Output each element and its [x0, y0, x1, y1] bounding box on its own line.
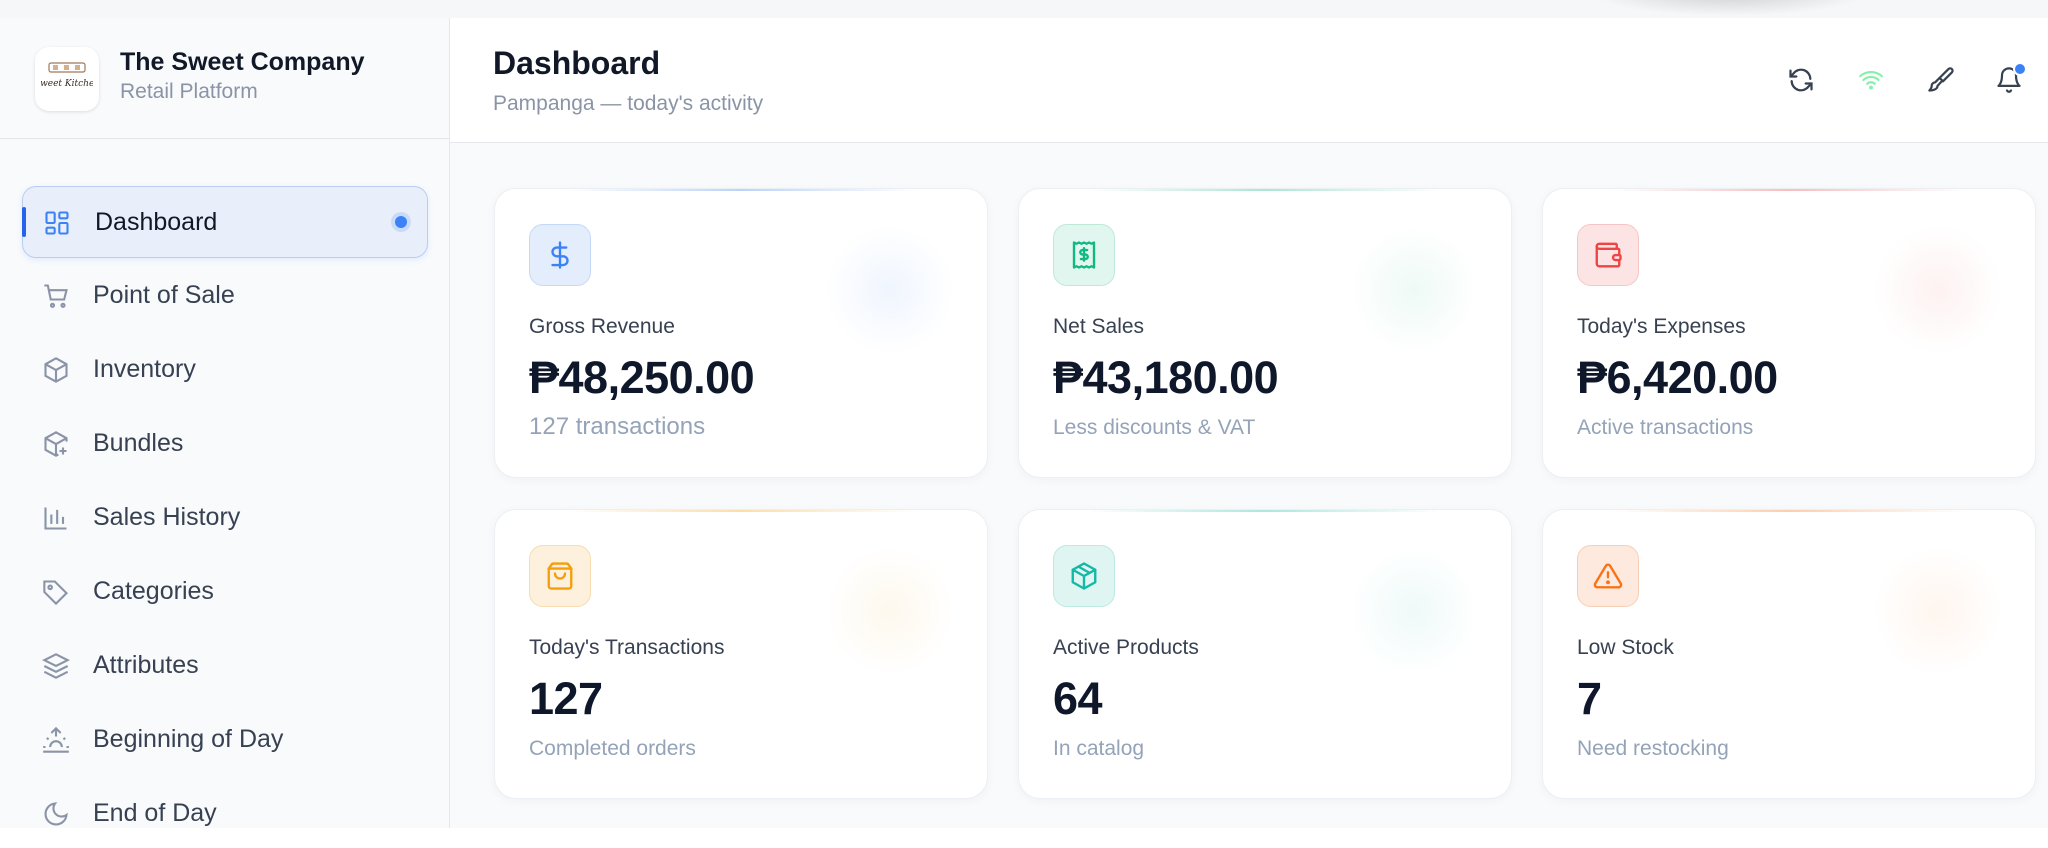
card-glow — [1873, 546, 2003, 676]
layers-icon — [42, 653, 70, 679]
sidebar-item-label: Sales History — [93, 503, 241, 531]
card-accent-line — [565, 189, 917, 191]
package-icon — [1071, 562, 1097, 590]
page-header: Dashboard Pampanga — today's activity — [450, 18, 2048, 143]
paintbrush-icon — [1928, 67, 1954, 92]
stat-subtext: In catalog — [1053, 737, 1145, 760]
wallet-icon — [1595, 242, 1622, 268]
sidebar-item-attributes[interactable]: Attributes — [22, 630, 426, 700]
stat-label: Today's Expenses — [1577, 315, 1746, 338]
stat-subtext: 127 transactions — [529, 413, 706, 440]
brand-subtitle: Retail Platform — [120, 80, 258, 103]
sidebar-item-categories[interactable]: Categories — [22, 556, 426, 626]
stat-label: Net Sales — [1053, 315, 1145, 338]
stat-card-low-stock[interactable]: Low Stock 7 Need restocking — [1542, 509, 2036, 799]
shopping-cart-icon — [44, 284, 68, 308]
stat-value: ₱43,180.00 — [1053, 352, 1279, 403]
tag-icon — [43, 580, 68, 606]
alert-triangle-icon — [1593, 563, 1623, 589]
stat-value: ₱48,250.00 — [529, 352, 755, 403]
stat-value: 7 — [1577, 673, 1602, 724]
sidebar: Sweet Kitchen The Sweet Company Retail P… — [0, 18, 450, 828]
dashboard-grid-icon — [45, 211, 69, 235]
bar-chart-icon — [44, 507, 67, 530]
card-accent-line — [565, 510, 917, 512]
wifi-icon — [1859, 70, 1883, 90]
refresh-icon — [1789, 68, 1813, 92]
stat-card-net-sales[interactable]: Net Sales ₱43,180.00 Less discounts & VA… — [1018, 188, 1512, 478]
card-accent-line — [1613, 189, 1965, 191]
stat-icon-box — [1053, 224, 1115, 286]
sidebar-item-label: End of Day — [93, 799, 217, 827]
card-glow — [1349, 225, 1479, 355]
connection-status[interactable] — [1851, 60, 1891, 100]
brand-header: Sweet Kitchen The Sweet Company Retail P… — [0, 18, 449, 139]
stat-label: Gross Revenue — [529, 315, 675, 338]
sidebar-item-beginning-of-day[interactable]: Beginning of Day — [22, 704, 426, 774]
stat-card-gross-revenue[interactable]: Gross Revenue ₱48,250.00 127 transaction… — [494, 188, 988, 478]
sunrise-icon — [43, 726, 69, 753]
brand-logo: Sweet Kitchen — [35, 47, 99, 111]
box-icon — [44, 357, 68, 383]
active-dot — [395, 216, 407, 228]
svg-text:Sweet Kitchen: Sweet Kitchen — [41, 79, 93, 89]
stat-subtext: Need restocking — [1577, 737, 1729, 760]
dollar-sign-icon — [551, 241, 569, 269]
stat-icon-box — [1577, 224, 1639, 286]
stat-icon-box — [1577, 545, 1639, 607]
card-glow — [1873, 225, 2003, 355]
sidebar-item-bundles[interactable]: Bundles — [22, 408, 426, 478]
stat-subtext: Completed orders — [529, 737, 696, 760]
stat-label: Today's Transactions — [529, 636, 725, 659]
shopping-bag-icon — [547, 562, 573, 590]
sidebar-item-sales-history[interactable]: Sales History — [22, 482, 426, 552]
card-accent-line — [1089, 510, 1441, 512]
page-subtitle: Pampanga — today's activity — [493, 92, 764, 115]
sidebar-item-label: Dashboard — [95, 208, 218, 236]
card-glow — [825, 225, 955, 355]
stat-value: ₱6,420.00 — [1577, 352, 1778, 403]
stat-value: 127 — [529, 673, 603, 724]
stat-icon-box — [1053, 545, 1115, 607]
box-plus-icon — [44, 431, 68, 457]
theme-button[interactable] — [1921, 60, 1961, 100]
dashboard-main: Gross Revenue ₱48,250.00 127 transaction… — [450, 143, 2048, 828]
moon-icon — [44, 802, 68, 826]
sidebar-item-label: Inventory — [93, 355, 196, 383]
stat-value: 64 — [1053, 673, 1103, 724]
page-title: Dashboard — [493, 45, 661, 81]
stat-icon-box — [529, 224, 591, 286]
stat-label: Active Products — [1053, 636, 1199, 659]
stat-card-todays-transactions[interactable]: Today's Transactions 127 Completed order… — [494, 509, 988, 799]
active-indicator — [22, 207, 26, 237]
sidebar-item-label: Point of Sale — [93, 281, 235, 309]
sidebar-item-label: Categories — [93, 577, 214, 605]
stat-label: Low Stock — [1577, 636, 1674, 659]
brand-name: The Sweet Company — [120, 48, 365, 76]
sidebar-item-dashboard[interactable]: Dashboard — [22, 186, 428, 258]
card-accent-line — [1613, 510, 1965, 512]
notification-badge — [2013, 62, 2027, 76]
sidebar-item-label: Attributes — [93, 651, 199, 679]
sidebar-item-label: Bundles — [93, 429, 184, 457]
refresh-button[interactable] — [1781, 60, 1821, 100]
stat-subtext: Active transactions — [1577, 416, 1754, 439]
card-glow — [1349, 546, 1479, 676]
bakery-logo-icon: Sweet Kitchen — [41, 62, 93, 89]
sidebar-item-inventory[interactable]: Inventory — [22, 334, 426, 404]
notifications-button[interactable] — [1989, 60, 2029, 100]
stat-icon-box — [529, 545, 591, 607]
stat-card-active-products[interactable]: Active Products 64 In catalog — [1018, 509, 1512, 799]
card-accent-line — [1089, 189, 1441, 191]
receipt-icon — [1072, 241, 1096, 269]
card-glow — [825, 546, 955, 676]
sidebar-item-end-of-day[interactable]: End of Day — [22, 778, 426, 848]
sidebar-item-point-of-sale[interactable]: Point of Sale — [22, 260, 426, 330]
sidebar-item-label: Beginning of Day — [93, 725, 284, 753]
stat-card-todays-expenses[interactable]: Today's Expenses ₱6,420.00 Active transa… — [1542, 188, 2036, 478]
stat-subtext: Less discounts & VAT — [1053, 416, 1256, 439]
